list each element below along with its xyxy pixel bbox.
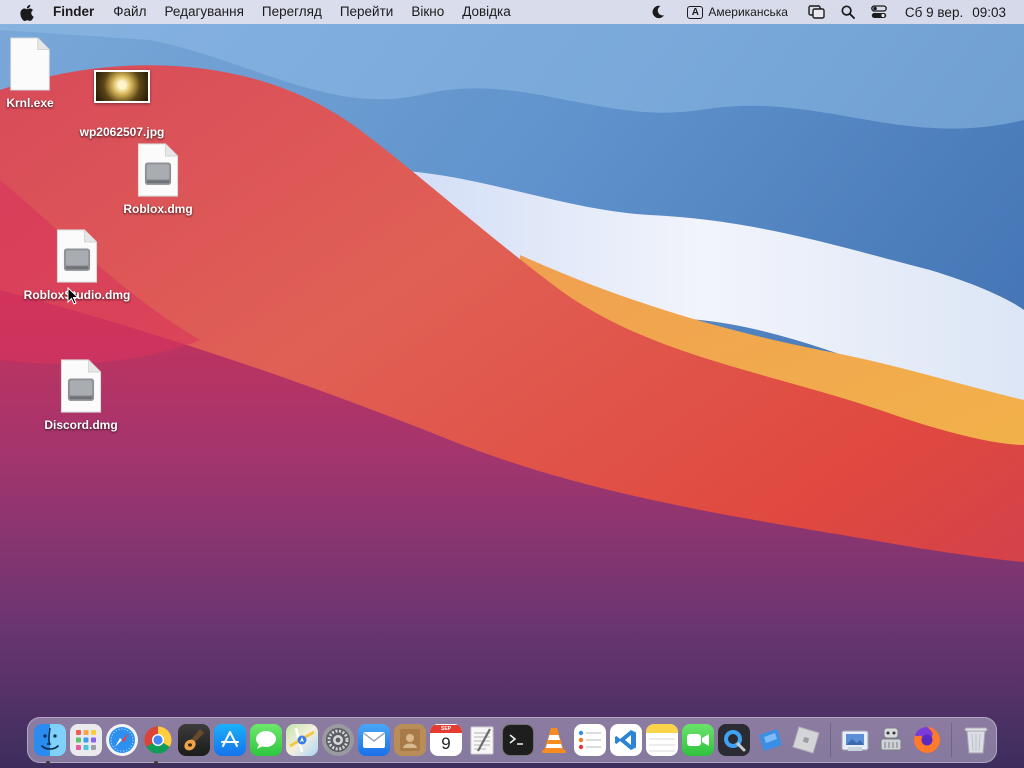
dock-item-mail[interactable] bbox=[356, 724, 392, 756]
preview-icon bbox=[839, 724, 871, 756]
dock-item-automator[interactable] bbox=[873, 724, 909, 756]
dock-item-garageband[interactable] bbox=[176, 724, 212, 756]
menu-file[interactable]: Файл bbox=[104, 0, 155, 24]
dock-item-finder[interactable] bbox=[32, 724, 68, 765]
spotlight-search-icon[interactable] bbox=[841, 0, 855, 24]
menu-go[interactable]: Перейти bbox=[331, 0, 403, 24]
dock-separator bbox=[830, 723, 831, 757]
automator-icon bbox=[875, 724, 907, 756]
safari-icon bbox=[106, 724, 138, 756]
system-preferences-icon bbox=[322, 724, 354, 756]
dock-item-messages[interactable] bbox=[248, 724, 284, 756]
dock-item-launchpad[interactable] bbox=[68, 724, 104, 756]
clock-time: 09:03 bbox=[972, 4, 1006, 20]
roblox-studio-icon bbox=[754, 724, 786, 756]
image-thumbnail-icon bbox=[94, 70, 150, 103]
dock-item-safari[interactable] bbox=[104, 724, 140, 756]
dock-item-firefox[interactable] bbox=[909, 724, 945, 756]
dock-item-terminal[interactable] bbox=[500, 724, 536, 756]
clock-date: Сб 9 вер. bbox=[904, 4, 964, 20]
facetime-icon bbox=[682, 724, 714, 756]
calendar-month: SEP bbox=[430, 725, 462, 733]
dock-item-system-preferences[interactable] bbox=[320, 724, 356, 756]
desktop-file-label: Roblox.dmg bbox=[123, 202, 193, 216]
dock-item-facetime[interactable] bbox=[680, 724, 716, 756]
disk-image-icon bbox=[60, 359, 102, 413]
desktop-file-wallpaper-jpg[interactable]: wp2062507.jpg bbox=[57, 70, 187, 139]
vscode-icon bbox=[610, 724, 642, 756]
disk-image-icon bbox=[56, 229, 98, 283]
menu-view[interactable]: Перегляд bbox=[253, 0, 331, 24]
app-store-icon bbox=[214, 724, 246, 756]
menu-bar: Finder Файл Редагування Перегляд Перейти… bbox=[0, 0, 1024, 24]
trash-icon bbox=[960, 724, 992, 756]
calendar-day: 9 bbox=[441, 734, 451, 753]
running-indicator bbox=[46, 761, 50, 765]
menu-clock[interactable]: Сб 9 вер. 09:03 bbox=[905, 5, 1006, 20]
menu-app-name[interactable]: Finder bbox=[53, 0, 104, 24]
desktop-file-label: wp2062507.jpg bbox=[79, 125, 165, 139]
vlc-icon bbox=[538, 724, 570, 756]
dock-item-roblox-studio[interactable] bbox=[752, 724, 788, 756]
dock: SEP 9 bbox=[27, 717, 997, 765]
contacts-icon bbox=[394, 724, 426, 756]
input-source-icon: A bbox=[687, 5, 704, 19]
dock-item-roblox[interactable] bbox=[788, 724, 824, 756]
terminal-icon bbox=[502, 724, 534, 756]
roblox-icon bbox=[790, 724, 822, 756]
apple-menu-icon[interactable] bbox=[19, 4, 35, 21]
reminders-icon bbox=[574, 724, 606, 756]
desktop-file-roblox-dmg[interactable]: Roblox.dmg bbox=[93, 142, 223, 216]
notes-icon bbox=[646, 724, 678, 756]
finder-icon bbox=[34, 724, 66, 756]
calendar-icon: SEP 9 bbox=[430, 724, 462, 756]
dock-item-app-store[interactable] bbox=[212, 724, 248, 756]
dock-item-contacts[interactable] bbox=[392, 724, 428, 756]
quicktime-icon bbox=[718, 724, 750, 756]
chrome-icon bbox=[142, 724, 174, 756]
mail-icon bbox=[358, 724, 390, 756]
disk-image-icon bbox=[137, 143, 179, 197]
messages-icon bbox=[250, 724, 282, 756]
dock-item-notes[interactable] bbox=[644, 724, 680, 756]
desktop-file-discord-dmg[interactable]: Discord.dmg bbox=[16, 358, 146, 432]
dock-item-vscode[interactable] bbox=[608, 724, 644, 756]
input-source-menu[interactable]: A Американська bbox=[687, 0, 788, 24]
input-source-label: Американська bbox=[708, 5, 788, 19]
desktop-file-label: Krnl.exe bbox=[6, 96, 54, 110]
maps-icon bbox=[286, 724, 318, 756]
launchpad-icon bbox=[70, 724, 102, 756]
dock-item-maps[interactable] bbox=[284, 724, 320, 756]
menu-edit[interactable]: Редагування bbox=[155, 0, 252, 24]
menu-window[interactable]: Вікно bbox=[402, 0, 453, 24]
dock-separator bbox=[951, 723, 952, 757]
garageband-icon bbox=[178, 724, 210, 756]
textedit-icon bbox=[466, 724, 498, 756]
dock-item-quicktime[interactable] bbox=[716, 724, 752, 756]
dock-item-textedit[interactable] bbox=[464, 724, 500, 756]
desktop-file-label: Discord.dmg bbox=[44, 418, 118, 432]
focus-moon-icon[interactable] bbox=[651, 0, 665, 24]
dock-item-chrome[interactable] bbox=[140, 724, 176, 765]
menu-help[interactable]: Довідка bbox=[453, 0, 520, 24]
firefox-icon bbox=[911, 724, 943, 756]
dock-item-preview[interactable] bbox=[837, 724, 873, 756]
dock-item-calendar[interactable]: SEP 9 bbox=[428, 724, 464, 756]
screen-mirroring-icon[interactable] bbox=[808, 0, 825, 24]
dock-item-trash[interactable] bbox=[958, 724, 994, 756]
control-center-icon[interactable] bbox=[871, 0, 887, 24]
generic-file-icon bbox=[10, 37, 50, 91]
dock-item-reminders[interactable] bbox=[572, 724, 608, 756]
dock-item-vlc[interactable] bbox=[536, 724, 572, 756]
running-indicator bbox=[154, 761, 158, 765]
mouse-pointer-icon bbox=[67, 287, 79, 305]
